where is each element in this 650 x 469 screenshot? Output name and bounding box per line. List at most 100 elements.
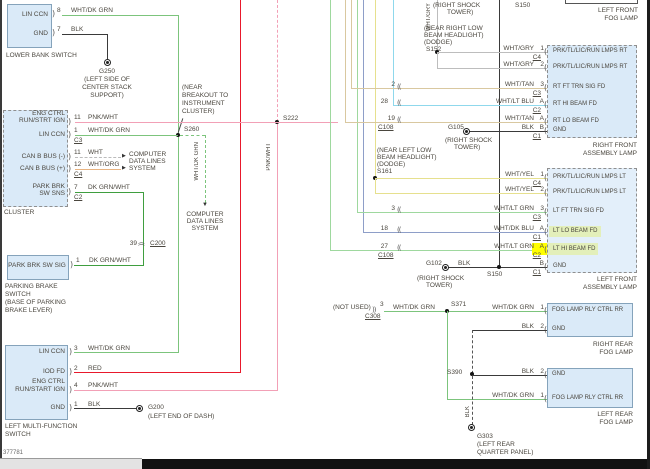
wire-color-label: WHT/DK GRN	[71, 7, 113, 14]
wire-color-label: WHT/GRY	[470, 61, 534, 68]
wire-color-label: BLK	[500, 124, 534, 131]
system-dest: DATA LINES	[129, 158, 166, 165]
wire-wht-dk-grn	[447, 399, 547, 400]
connector-id: C1	[527, 133, 541, 140]
pin-bracket: )	[70, 261, 73, 269]
component-note: BRAKE LEVER)	[5, 307, 52, 314]
wire-branch-dashed-v	[205, 135, 206, 203]
pin-number: 39	[126, 240, 137, 247]
pin-number: 3	[74, 345, 78, 352]
wire-color-label-vertical: PNK/WHT	[266, 143, 273, 171]
wire-pnk-wht	[75, 122, 338, 123]
connector-id: C3	[74, 137, 82, 144]
wire-pnk-wht-trunk	[277, 122, 278, 390]
circuit-label: PRK/TL/LIC/RUN LMPS RT	[553, 64, 627, 71]
ground-note: TOWER)	[454, 144, 480, 151]
circuit-label: LT LO BEAM FD	[553, 228, 597, 235]
bottom-bar-dark[interactable]	[142, 459, 647, 469]
pin-bracket: (	[544, 228, 547, 236]
wire-color-label: WHT/YEL	[470, 186, 534, 193]
pin-bracket: )	[69, 348, 72, 356]
wire-blk	[107, 34, 108, 59]
system-dest: COMPUTER	[180, 211, 230, 218]
wire-color-label: WHT/LT GRN	[470, 205, 534, 212]
wire-wht-gry	[437, 68, 547, 69]
inline-pin-number: 19	[381, 115, 395, 122]
wire-color-label-vertical: WHT/DK GRN	[194, 142, 201, 181]
inline-connector-icon: ((	[397, 84, 400, 91]
connector-id: C108	[378, 252, 394, 259]
ground-note: (LEFT END OF DASH)	[148, 413, 214, 420]
circuit-label: LT FT TRN SIG FD	[553, 208, 604, 215]
pin-number: B	[536, 260, 544, 267]
pin-bracket: (	[544, 48, 547, 56]
pin-bracket: (	[544, 118, 547, 126]
splice-note: (DODGE)	[424, 39, 452, 46]
circuit-label: RT LO BEAM FD	[553, 118, 599, 125]
wire-pnk-wht	[74, 390, 278, 391]
wire-wht-dashed	[75, 157, 121, 158]
ground-id: G250	[87, 68, 127, 75]
wire-color-label: WHT	[88, 149, 103, 156]
pin-bracket: (	[544, 64, 547, 72]
ground-note: (LEFT REAR	[477, 441, 515, 448]
circuit-label: GND	[552, 326, 565, 333]
inline-connector-icon: ((	[397, 227, 400, 234]
wire-red-trunk	[240, 0, 241, 372]
pin-number: 2	[536, 323, 544, 330]
component-label: FOG LAMP	[553, 419, 633, 426]
window-left-border	[0, 0, 2, 458]
wire-wht-dk-grn	[384, 311, 547, 312]
wire-wht-tan	[345, 122, 547, 123]
ground-id: G105	[448, 124, 464, 131]
wire-dk-grn-wht	[75, 192, 143, 193]
splice-note: (DODGE)	[377, 161, 405, 168]
ground-icon	[442, 264, 449, 271]
pin-number: A	[536, 243, 544, 250]
pin-bracket: (	[544, 84, 547, 92]
wire-wht-yel-v	[375, 178, 376, 193]
wire-color-label: PNK/WHT	[88, 114, 118, 121]
pin-label: GND	[6, 30, 48, 37]
pin-number: 1	[536, 45, 544, 52]
component-label: ASSEMBLY LAMP	[557, 284, 637, 291]
circuit-label: LT HI BEAM FD	[553, 246, 595, 253]
wire-color-label: DK GRN/WHT	[88, 184, 130, 191]
pin-bracket: (	[544, 263, 547, 271]
wire-wht-dk-grn	[75, 135, 178, 136]
ground-icon	[463, 128, 470, 135]
pin-bracket: (	[544, 127, 547, 135]
pin-number: 3	[380, 301, 384, 308]
sheet-number: 377781	[3, 450, 23, 457]
circuit-label: PRK/TL/LIC/RUN LMPS RT	[553, 48, 627, 55]
ground-note: (RIGHT SHOCK	[445, 137, 492, 144]
connector-id: C4	[527, 54, 541, 61]
circuit-label: FOG LAMP RLY CTRL RR	[552, 395, 623, 402]
pin-label: LIN CCN	[6, 11, 48, 18]
splice-note: (NEAR	[182, 84, 202, 91]
component-note: (BASE OF PARKING	[5, 299, 66, 306]
location-note: (RIGHT SHOCK	[433, 2, 480, 9]
wire-color-label: WHT/LT GRN	[470, 243, 534, 250]
pin-number: 7	[74, 184, 78, 191]
wire-color-label: WHT/DK GRN	[488, 304, 534, 311]
wire-wht-dk-grn	[62, 15, 178, 16]
component-note: SWITCH	[5, 291, 31, 298]
wire-color-label: WHT/LT BLU	[470, 98, 534, 105]
ground-note: (RIGHT SHOCK	[417, 275, 464, 282]
wire-wht-dk-grn-v	[447, 311, 448, 399]
connector-id: C2	[74, 194, 82, 201]
pin-label: LIN CCN	[4, 348, 65, 355]
pin-bracket: )	[68, 165, 71, 173]
pin-number: 2	[536, 186, 544, 193]
wire-dk-grn-wht	[74, 265, 144, 266]
splice-note: CLUSTER)	[182, 108, 215, 115]
pin-number: A	[536, 115, 544, 122]
component-label: FOG LAMP	[558, 15, 638, 22]
inline-pin-number: 18	[374, 225, 388, 232]
ground-icon	[104, 59, 111, 66]
component-label: LEFT MULTI-FUNCTION	[5, 423, 77, 430]
ground-note: TOWER)	[426, 282, 452, 289]
splice-id: S150	[487, 271, 502, 278]
pin-number: 3	[536, 205, 544, 212]
